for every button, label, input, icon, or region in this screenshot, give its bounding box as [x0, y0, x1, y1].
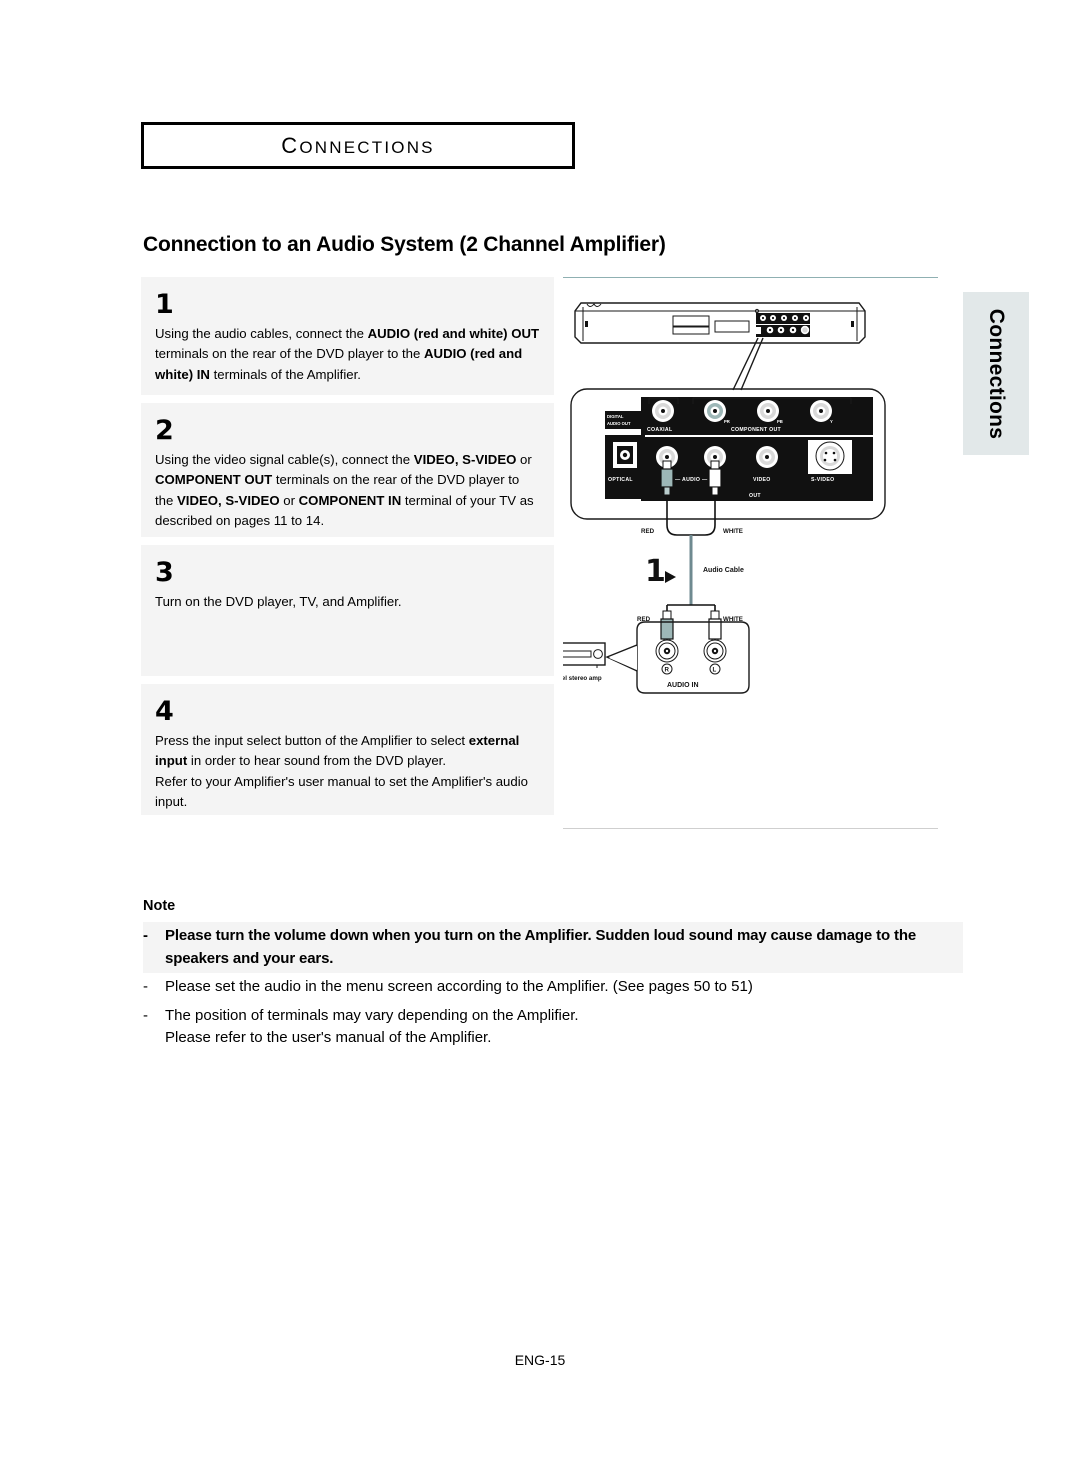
step-box-3: 3 Turn on the DVD player, TV, and Amplif… — [141, 545, 554, 676]
zoom-callout-lines — [732, 337, 764, 391]
connector-panel-zoom: DIGITAL AUDIO OUT COAXIAL PR PB Y COMPON… — [570, 388, 886, 520]
cable-bottom-section: RED WHITE — [637, 604, 743, 647]
note-text-1: Please turn the volume down when you tur… — [165, 927, 917, 967]
chapter-header-rest: ONNECTIONS — [299, 137, 435, 157]
label-stereo-amp: 2-Channel stereo amp — [563, 675, 602, 682]
svg-text:R: R — [665, 667, 670, 674]
stereo-amp-device-icon: 2-Channel stereo amp — [536, 642, 606, 682]
note-block: Note - Please turn the volume down when … — [143, 898, 963, 1053]
chapter-header-first-letter: C — [281, 132, 300, 158]
svg-text:PR: PR — [724, 419, 730, 424]
label-component-out: COMPONENT OUT — [731, 427, 782, 433]
step-marker-number: 1 — [645, 554, 666, 589]
step-text-1: Using the audio cables, connect the AUDI… — [155, 326, 540, 382]
step-number-1: 1 — [155, 289, 174, 320]
note-text-2: Please set the audio in the menu screen … — [165, 978, 753, 995]
label-audio-cable: Audio Cable — [703, 567, 744, 574]
note-dash-2: - — [143, 978, 148, 995]
step-number-3: 3 — [155, 557, 174, 588]
label-audio: — AUDIO — — [675, 477, 708, 483]
label-audio-in: AUDIO IN — [667, 682, 699, 689]
svg-text:COAXIAL: COAXIAL — [647, 427, 673, 433]
step-text-2: Using the video signal cable(s), connect… — [155, 452, 534, 529]
label-white-top: WHITE — [723, 528, 743, 535]
connection-diagram: .ln { fill:none; stroke:#1a1a1a; stroke-… — [536, 285, 943, 820]
step-box-4: 4 Press the input select button of the A… — [141, 684, 554, 815]
note-dash-3: - — [143, 1006, 148, 1024]
label-out: OUT — [749, 493, 761, 499]
jack-audio-in-right: R — [655, 639, 679, 675]
svg-text:OPTICAL: OPTICAL — [608, 477, 633, 483]
note-item-2: - Please set the audio in the menu scree… — [143, 973, 963, 1002]
section-side-tab-label: Connections — [985, 308, 1008, 439]
svg-text:AUDIO OUT: AUDIO OUT — [607, 421, 631, 426]
chapter-header-label: CONNECTIONS — [281, 133, 434, 159]
footer-page-number: ENG-15 — [514, 1352, 566, 1368]
step-box-2: 2 Using the video signal cable(s), conne… — [141, 403, 554, 537]
svg-text:Y: Y — [830, 419, 833, 424]
step-number-2: 2 — [155, 415, 174, 446]
svg-text:S-VIDEO: S-VIDEO — [811, 477, 834, 483]
svg-text:PB: PB — [777, 419, 783, 424]
step-text-4: Press the input select button of the Amp… — [155, 733, 528, 810]
note-heading: Note — [143, 898, 176, 914]
step-text-3: Turn on the DVD player, TV, and Amplifie… — [155, 594, 402, 609]
step-number-4: 4 — [155, 696, 174, 727]
label-red-top: RED — [641, 528, 655, 535]
illustration-bottom-rule — [563, 828, 938, 829]
note-text-3: The position of terminals may vary depen… — [165, 1006, 579, 1047]
note-dash-1: - — [143, 927, 148, 944]
step-marker-arrow — [665, 571, 676, 583]
dvd-player-rear-chassis — [574, 302, 866, 344]
section-side-tab: Connections — [963, 292, 1029, 455]
page-title: Connection to an Audio System (2 Channel… — [143, 233, 666, 256]
jack-audio-in-left: L — [703, 639, 727, 675]
steps-column: 1 Using the audio cables, connect the AU… — [141, 277, 554, 823]
step-marker-group: 1 Audio Cable — [645, 554, 744, 589]
step-box-1: 1 Using the audio cables, connect the AU… — [141, 277, 554, 395]
illustration-top-rule — [563, 277, 938, 278]
svg-text:DIGITAL: DIGITAL — [607, 414, 624, 419]
chapter-header-box: CONNECTIONS — [141, 122, 575, 169]
note-item-3: - The position of terminals may vary dep… — [143, 1002, 963, 1053]
amplifier-audio-in-panel: R L AUDIO IN — [605, 621, 750, 694]
svg-text:VIDEO: VIDEO — [753, 477, 771, 483]
note-item-1: - Please turn the volume down when you t… — [143, 922, 963, 973]
svg-text:L: L — [713, 667, 717, 674]
